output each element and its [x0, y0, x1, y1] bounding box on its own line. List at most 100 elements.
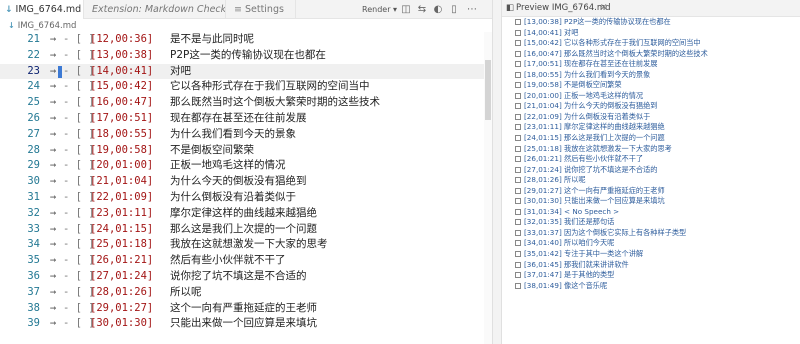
line-number: 30 — [27, 175, 40, 188]
code-line[interactable]: 33 → - [ ] [24,01:15] 那么这是我们上次提的一个问题 — [0, 222, 492, 238]
tab-settings[interactable]: ≡ Settings — [226, 0, 296, 19]
settings-icon: ≡ — [234, 4, 242, 15]
code-line[interactable]: 38 → - [ ] [29,01:27] 这个一向有严重拖延症的王老师 — [0, 301, 492, 317]
line-text: 说你挖了坑不填这是不合适的 — [170, 269, 307, 282]
timestamp: [28,01:26] — [90, 285, 154, 298]
task-checkbox[interactable] — [515, 82, 521, 89]
arrow-icon: → — [49, 111, 57, 124]
line-text: 为什么今天的倒板没有猖绝到 — [170, 175, 307, 188]
task-checkbox[interactable] — [515, 282, 521, 289]
tab-label: Settings — [244, 4, 284, 15]
line-number: 29 — [27, 159, 40, 172]
list-item: [15,00:42] 它以各种形式存在于我们互联网的空间当中 — [502, 38, 800, 49]
task-checkbox[interactable] — [515, 29, 521, 36]
task-checkbox[interactable] — [515, 145, 521, 152]
tab-preview[interactable]: ◧ Preview IMG_6764.md ✕ — [502, 0, 800, 17]
code-line[interactable]: 35 → - [ ] [26,01:21] 然后有些小伙伴就不干了 — [0, 253, 492, 269]
code-line[interactable]: 36 → - [ ] [27,01:24] 说你挖了坑不填这是不合适的 — [0, 269, 492, 285]
tab-img-6764[interactable]: ↓IMG_6764.md6 — [0, 0, 84, 19]
code-line[interactable]: 28 → - [ ] [19,00:58] 不是倒板空间繁荣 — [0, 143, 492, 159]
task-checkbox[interactable] — [515, 113, 521, 120]
task-checkbox[interactable] — [515, 261, 521, 268]
list-item: [38,01:49] 像这个音乐呢 — [502, 281, 800, 292]
code-line[interactable]: 24 → - [ ] [15,00:42] 它以各种形式存在于我们互联网的空间当中 — [0, 79, 492, 95]
code-line[interactable]: 26 → - [ ] [17,00:51] 现在都存在甚至还在往前发展 — [0, 111, 492, 127]
git-compare-icon[interactable]: ⇆ — [416, 0, 428, 19]
code-line[interactable]: 34 → - [ ] [25,01:18] 我放在这就想激发一下大家的思考 — [0, 237, 492, 253]
line-text: 它以各种形式存在于我们互联网的空间当中 — [170, 80, 370, 93]
line-text: 所以呢 — [170, 285, 202, 298]
task-checkbox[interactable] — [515, 198, 521, 205]
list-item-text: [29,01:27] 这个一向有严重拖延症的王老师 — [524, 185, 665, 195]
list-item-text: [15,00:42] 它以各种形式存在于我们互联网的空间当中 — [524, 38, 701, 48]
code-line[interactable]: 21 → - [ ] [12,00:36] 是不是与此同时呢 — [0, 32, 492, 48]
timestamp: [30,01:30] — [90, 317, 154, 330]
task-checkbox[interactable] — [515, 50, 521, 57]
task-checkbox[interactable] — [515, 240, 521, 247]
close-icon[interactable]: ✕ — [600, 0, 608, 17]
split-editor-icon[interactable]: ▯ — [448, 0, 460, 19]
line-number: 39 — [27, 317, 40, 330]
code-line[interactable]: 31 → - [ ] [22,01:09] 为什么倒板没有沿着类似于 — [0, 190, 492, 206]
code-line[interactable]: 27 → - [ ] [18,00:55] 为什么我们看到今天的景象 — [0, 127, 492, 143]
code-line[interactable]: 37 → - [ ] [28,01:26] 所以呢 — [0, 285, 492, 301]
line-text: 不是倒板空间繁荣 — [170, 143, 254, 156]
markdown-icon: ↓ — [8, 21, 15, 30]
task-checkbox[interactable] — [515, 187, 521, 194]
line-number: 32 — [27, 206, 40, 219]
timestamp: [12,00:36] — [90, 33, 154, 45]
render-dropdown[interactable]: Render ▾ — [362, 0, 397, 19]
list-item: [27,01:24] 说你挖了坑不填这是不合适的 — [502, 165, 800, 176]
task-checkbox[interactable] — [515, 156, 521, 163]
task-checkbox[interactable] — [515, 208, 521, 215]
task-checkbox[interactable] — [515, 272, 521, 279]
code-line[interactable]: 29 → - [ ] [20,01:00] 正板一地鸡毛这样的情况 — [0, 158, 492, 174]
list-item: [22,01:09] 为什么倒板没有沿着类似于 — [502, 112, 800, 123]
task-checkbox[interactable] — [515, 71, 521, 78]
code-line[interactable]: 23 → - [ ] [14,00:41] 对吧 — [0, 63, 492, 80]
line-text: 正板一地鸡毛这样的情况 — [170, 159, 286, 172]
line-text: 这个一向有严重拖延症的王老师 — [170, 301, 317, 314]
task-checkbox[interactable] — [515, 103, 521, 110]
toggle-icon[interactable]: ◐ — [432, 0, 444, 19]
scrollbar-thumb[interactable] — [485, 60, 491, 120]
code-line[interactable]: 32 → - [ ] [23,01:11] 摩尔定律这样的曲线越来越猖绝 — [0, 206, 492, 222]
task-checkbox[interactable] — [515, 135, 521, 142]
split-divider[interactable] — [492, 0, 502, 344]
task-checkbox[interactable] — [515, 19, 521, 25]
task-checkbox[interactable] — [515, 92, 521, 99]
list-item: [16,00:47] 那么既然当时这个倒板大繁荣时期的这些技术 — [502, 49, 800, 60]
code-lines[interactable]: 21 → - [ ] [12,00:36] 是不是与此同时呢 22 → - [ ] [13,00… — [0, 32, 492, 332]
timestamp: [15,00:42] — [90, 80, 154, 93]
list-item: [29,01:27] 这个一向有严重拖延症的王老师 — [502, 186, 800, 197]
code-line[interactable]: 30 → - [ ] [21,01:04] 为什么今天的倒板没有猖绝到 — [0, 174, 492, 190]
task-checkbox[interactable] — [515, 124, 521, 131]
code-line[interactable]: 25 → - [ ] [16,00:47] 那么既然当时这个倒板大繁荣时期的这些技术 — [0, 95, 492, 111]
timestamp: [20,01:00] — [90, 159, 154, 172]
timestamp: [19,00:58] — [90, 143, 154, 156]
arrow-icon: → — [49, 222, 57, 235]
line-number: 24 — [27, 80, 40, 93]
task-checkbox[interactable] — [515, 177, 521, 184]
arrow-icon: → — [49, 175, 57, 188]
line-number: 31 — [27, 190, 40, 203]
task-checkbox[interactable] — [515, 40, 521, 47]
task-checkbox[interactable] — [515, 251, 521, 258]
task-checkbox[interactable] — [515, 166, 521, 173]
more-actions-icon[interactable]: ⋯ — [466, 0, 478, 19]
task-checkbox[interactable] — [515, 219, 521, 226]
code-line[interactable]: 22 → - [ ] [13,00:38] P2P这一类的传输协议现在也都在 — [0, 48, 492, 64]
list-item: [25,01:18] 我放在这就想激发一下大家的思考 — [502, 144, 800, 155]
breadcrumb[interactable]: ↓ IMG_6764.md — [0, 19, 492, 32]
list-item: [37,01:47] 是于其他的类型 — [502, 270, 800, 281]
timestamp: [13,00:38] — [90, 48, 154, 61]
open-preview-icon[interactable]: ◫ — [400, 0, 412, 19]
list-item-text: [31,01:34] < No Speech > — [524, 206, 620, 216]
task-checkbox[interactable] — [515, 229, 521, 236]
timestamp: [24,01:15] — [90, 222, 154, 235]
tab-extension-markdown-checkbox[interactable]: Extension: Markdown Checkbox — [84, 0, 226, 19]
task-checkbox[interactable] — [515, 61, 521, 68]
code-line[interactable]: 39 → - [ ] [30,01:30] 只能出来做一个回应算是来填坑 — [0, 316, 492, 332]
line-number: 27 — [27, 127, 40, 140]
markdown-icon: ↓ — [5, 5, 13, 15]
